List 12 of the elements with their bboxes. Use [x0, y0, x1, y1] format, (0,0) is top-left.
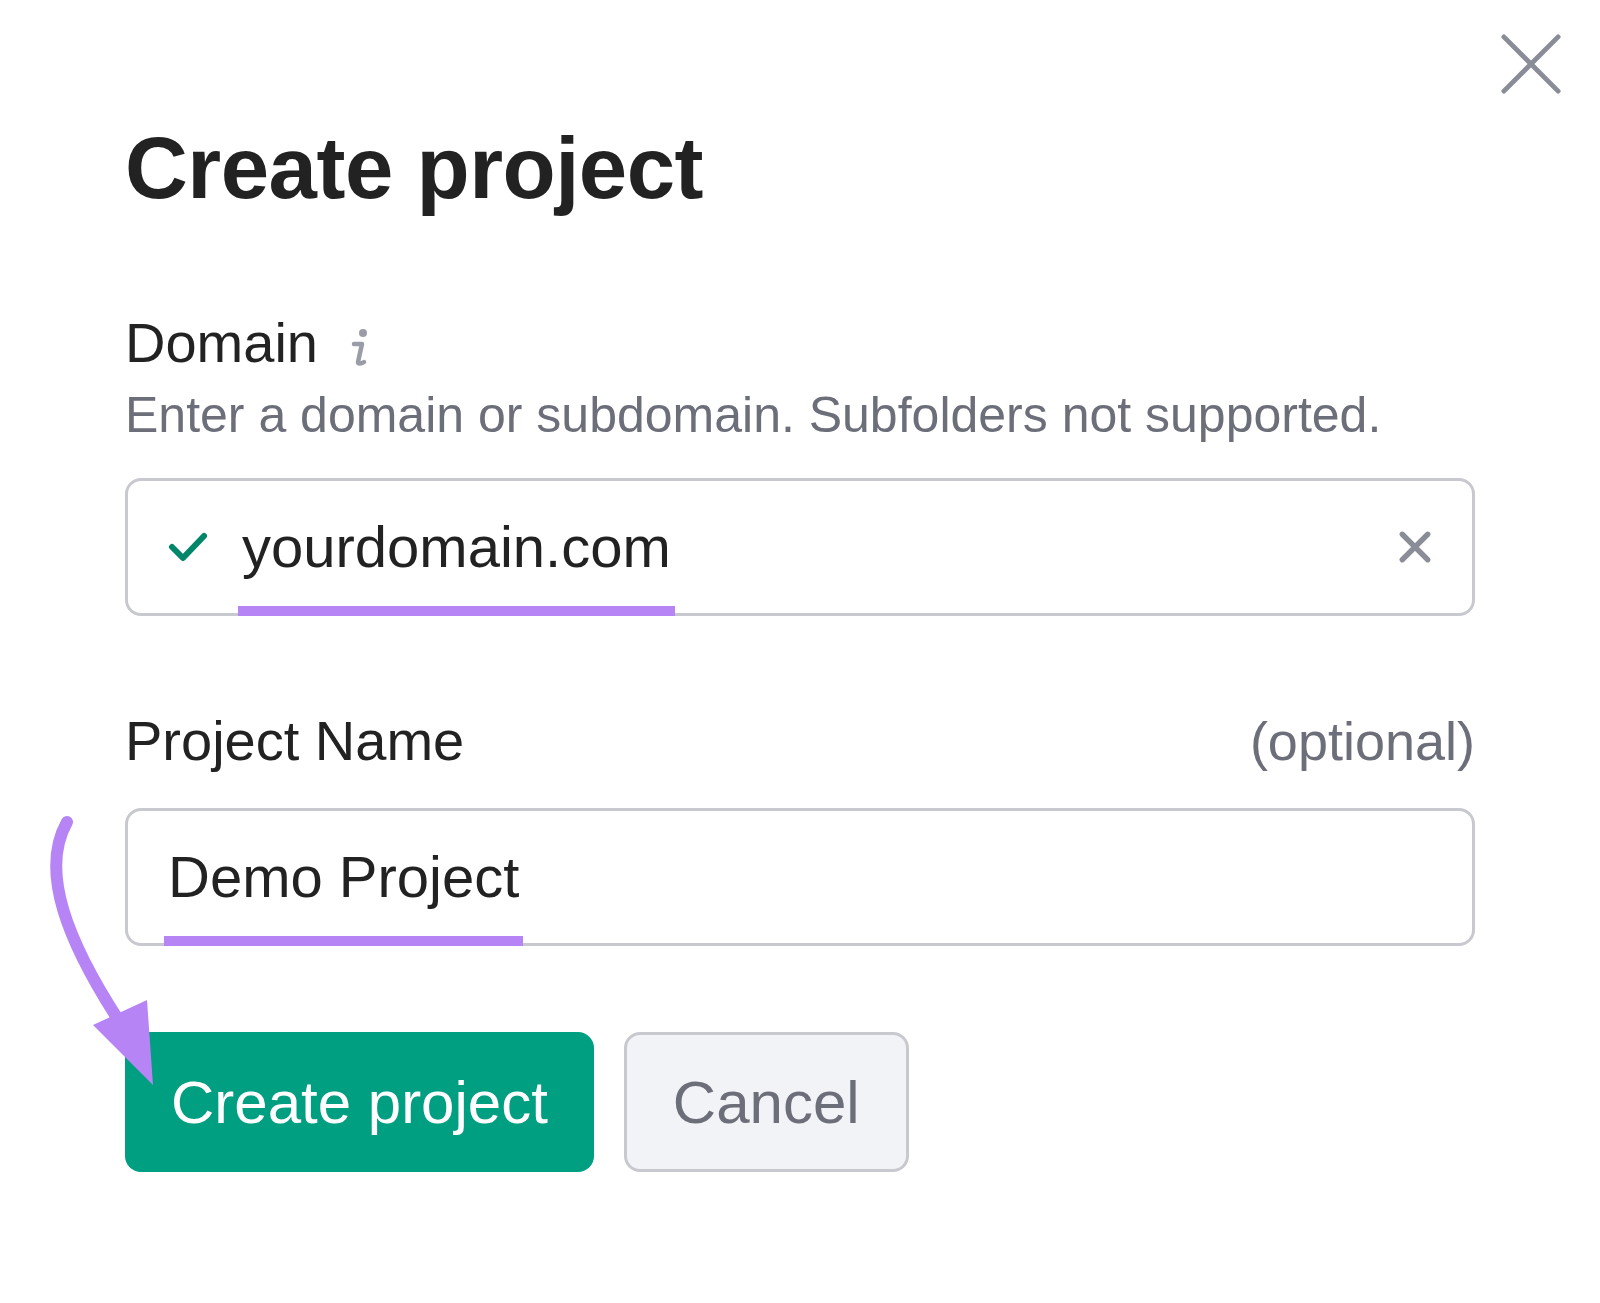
clear-icon[interactable] — [1398, 530, 1432, 564]
field-label: Project Name — [125, 708, 465, 774]
optional-note: (optional) — [1249, 710, 1475, 773]
field-value: yourdomain.com — [242, 514, 671, 579]
cancel-button[interactable]: Cancel — [623, 1032, 909, 1172]
close-icon[interactable] — [1500, 33, 1562, 95]
field-hint: Enter a domain or subdomain. Subfolders not supported. — [125, 386, 1383, 444]
field-label: Domain — [125, 310, 318, 376]
input-field[interactable]: yourdomain.com — [125, 478, 1475, 616]
dialog-title: Create project — [125, 118, 705, 218]
field-value: Demo Project — [168, 844, 520, 909]
input-field[interactable]: Demo Project — [125, 808, 1475, 946]
